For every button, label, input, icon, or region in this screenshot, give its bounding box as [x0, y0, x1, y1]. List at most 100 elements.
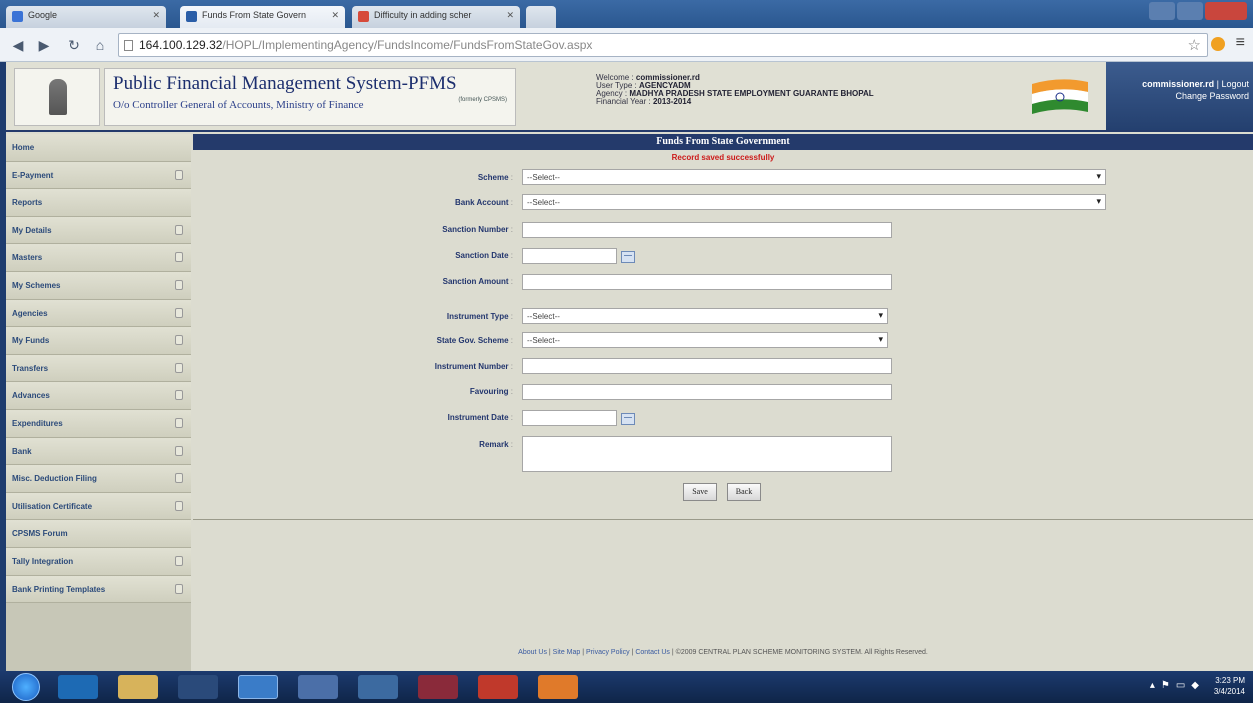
- extension-icon[interactable]: [1211, 37, 1225, 51]
- sidebar-item-cpsms-forum[interactable]: CPSMS Forum: [6, 520, 191, 548]
- sidebar-item-advances[interactable]: Advances: [6, 382, 191, 410]
- url-host: 164.100.129.32: [139, 38, 223, 52]
- web-page: Public Financial Management System-PFMS …: [6, 62, 1253, 671]
- sidebar-item-tally-integration[interactable]: Tally Integration: [6, 547, 191, 576]
- tab-close-icon[interactable]: ✕: [152, 10, 160, 21]
- browser-tab-funds[interactable]: Funds From State Govern ✕: [180, 6, 345, 28]
- expand-arrow-icon: [175, 583, 183, 594]
- calendar-icon[interactable]: [621, 413, 635, 425]
- file-explorer-icon[interactable]: [118, 675, 158, 699]
- calculator-icon[interactable]: [358, 675, 398, 699]
- start-button[interactable]: [12, 673, 40, 701]
- sanction-amount-label: Sanction Amount :: [442, 277, 513, 286]
- chevron-down-icon: ▾: [878, 310, 883, 320]
- minimize-button[interactable]: [1149, 2, 1175, 20]
- page-title: Funds From State Government: [193, 134, 1253, 150]
- clock-time: 3:23 PM: [1215, 676, 1245, 685]
- url-path: /HOPL/ImplementingAgency/FundsIncome/Fun…: [222, 38, 593, 52]
- state-gov-scheme-select[interactable]: --Select-- ▾: [522, 332, 888, 348]
- instrument-date-input[interactable]: [522, 410, 617, 426]
- sanction-date-input[interactable]: [522, 248, 617, 264]
- browser-tab-gmail[interactable]: Difficulty in adding scher ✕: [352, 6, 520, 28]
- expand-arrow-icon: [175, 555, 183, 566]
- sidebar-item-reports[interactable]: Reports: [6, 189, 191, 217]
- tab-close-icon[interactable]: ✕: [506, 10, 514, 21]
- sidebar-item-label: Expenditures: [12, 418, 63, 428]
- sidebar-item-masters[interactable]: Masters: [6, 244, 191, 272]
- sidebar-item-label: E-Payment: [12, 170, 54, 180]
- remark-textarea[interactable]: [522, 436, 892, 472]
- sanction-number-input[interactable]: [522, 222, 892, 238]
- scheme-select[interactable]: --Select-- ▾: [522, 169, 1106, 185]
- sidebar-item-label: Home: [12, 143, 35, 152]
- privacy-policy-link[interactable]: Privacy Policy: [586, 649, 630, 656]
- bookmark-star-icon[interactable]: ☆: [1188, 36, 1201, 54]
- reload-icon[interactable]: ↻: [62, 34, 86, 56]
- calendar-icon[interactable]: [621, 251, 635, 263]
- sidebar-item-my-details[interactable]: My Details: [6, 216, 191, 245]
- internet-explorer-icon[interactable]: [58, 675, 98, 699]
- username-link[interactable]: commissioner.rd: [1142, 79, 1214, 89]
- expand-arrow-icon: [175, 417, 183, 428]
- forward-arrow-icon[interactable]: ▶: [32, 34, 56, 56]
- tab-close-icon[interactable]: ✕: [331, 10, 339, 21]
- user-info: Welcome : commissioner.rd User Type : AG…: [596, 74, 874, 106]
- app-icon[interactable]: [418, 675, 458, 699]
- remark-label: Remark :: [479, 440, 513, 449]
- expand-arrow-icon: [175, 335, 183, 346]
- change-password-link[interactable]: Change Password: [1106, 90, 1249, 102]
- sidebar-item-e-payment[interactable]: E-Payment: [6, 161, 191, 190]
- browser-tab-bar: Google ✕ Funds From State Govern ✕ Diffi…: [0, 0, 1253, 28]
- expand-arrow-icon: [175, 362, 183, 373]
- funds-form: Record saved successfully Scheme : --Sel…: [193, 150, 1253, 520]
- media-player-icon[interactable]: [178, 675, 218, 699]
- tab-title: Funds From State Govern: [202, 10, 307, 20]
- sidebar-item-utilisation-certificate[interactable]: Utilisation Certificate: [6, 492, 191, 521]
- instrument-type-select[interactable]: --Select-- ▾: [522, 308, 888, 324]
- logout-link[interactable]: Logout: [1221, 79, 1249, 89]
- address-bar[interactable]: 164.100.129.32/HOPL/ImplementingAgency/F…: [118, 33, 1208, 57]
- new-tab-button[interactable]: [526, 6, 556, 28]
- contact-us-link[interactable]: Contact Us: [635, 649, 670, 656]
- sidebar-item-my-funds[interactable]: My Funds: [6, 327, 191, 355]
- home-icon[interactable]: ⌂: [88, 34, 112, 56]
- close-window-button[interactable]: [1205, 2, 1247, 20]
- windows-taskbar: ▴⚑▭◆ 3:23 PM 3/4/2014: [0, 671, 1253, 703]
- maximize-button[interactable]: [1177, 2, 1203, 20]
- sidebar-item-misc-deduction-filing[interactable]: Misc. Deduction Filing: [6, 465, 191, 493]
- sidebar-item-label: Transfers: [12, 363, 49, 373]
- sidebar-item-home[interactable]: Home: [6, 134, 191, 162]
- instrument-number-input[interactable]: [522, 358, 892, 374]
- save-button[interactable]: Save: [683, 483, 717, 501]
- sidebar-item-agencies[interactable]: Agencies: [6, 299, 191, 328]
- bank-account-label: Bank Account :: [455, 198, 513, 207]
- back-button[interactable]: Back: [727, 483, 761, 501]
- user-account-box: commissioner.rd | Logout Change Password: [1106, 62, 1253, 130]
- sidebar-item-expenditures[interactable]: Expenditures: [6, 409, 191, 438]
- sidebar-item-transfers[interactable]: Transfers: [6, 354, 191, 383]
- app-icon[interactable]: [478, 675, 518, 699]
- system-tray-icons[interactable]: ▴⚑▭◆: [1150, 680, 1205, 691]
- site-subtitle: O/o Controller General of Accounts, Mini…: [113, 99, 364, 111]
- sidebar-item-label: Bank Printing Templates: [12, 584, 106, 594]
- sidebar-item-bank[interactable]: Bank: [6, 437, 191, 466]
- site-map-link[interactable]: Site Map: [553, 649, 581, 656]
- bank-account-select[interactable]: --Select-- ▾: [522, 194, 1106, 210]
- browser-tab-google[interactable]: Google ✕: [6, 6, 166, 28]
- clock[interactable]: 3:23 PM 3/4/2014: [1214, 675, 1245, 697]
- sidebar-item-label: My Details: [12, 225, 52, 235]
- page-favicon-icon: [186, 11, 197, 22]
- about-us-link[interactable]: About Us: [518, 649, 547, 656]
- back-arrow-icon[interactable]: ◀: [6, 34, 30, 56]
- sidebar-item-label: Advances: [12, 391, 50, 401]
- sanction-amount-input[interactable]: [522, 274, 892, 290]
- copyright-text: ©2009 CENTRAL PLAN SCHEME MONITORING SYS…: [675, 649, 928, 656]
- favouring-input[interactable]: [522, 384, 892, 400]
- app-icon[interactable]: [538, 675, 578, 699]
- sidebar-item-label: Reports: [12, 198, 43, 208]
- sidebar-item-my-schemes[interactable]: My Schemes: [6, 271, 191, 300]
- chrome-icon[interactable]: [238, 675, 278, 699]
- sidebar-item-bank-printing-templates[interactable]: Bank Printing Templates: [6, 575, 191, 604]
- browser-menu-icon[interactable]: ≡: [1236, 34, 1245, 52]
- document-icon[interactable]: [298, 675, 338, 699]
